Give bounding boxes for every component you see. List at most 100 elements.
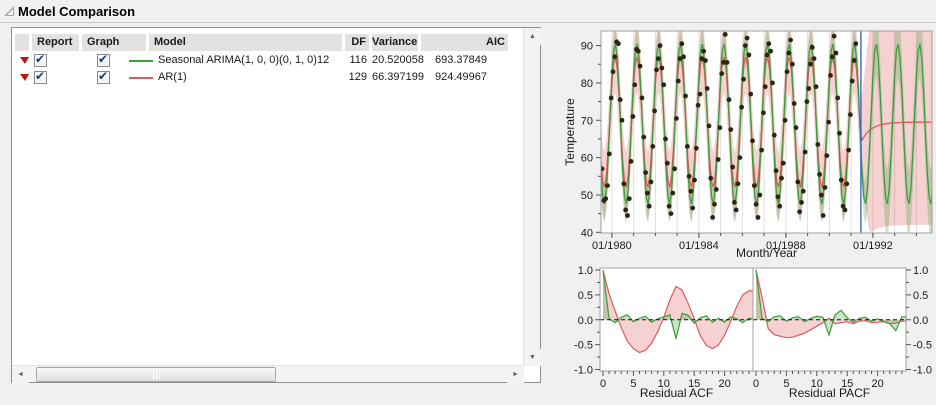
ts-observed-point xyxy=(737,155,743,161)
table-row[interactable]: ✔ ✔ AR(1) 129 66.397199 924.49967 xyxy=(12,69,512,86)
ts-observed-point xyxy=(748,91,754,97)
ts-observed-point xyxy=(654,67,659,73)
svg-text:Residual ACF: Residual ACF xyxy=(640,386,713,400)
ts-observed-point xyxy=(833,50,839,56)
report-checkbox[interactable]: ✔ xyxy=(34,69,47,84)
column-header-report[interactable]: Report xyxy=(32,34,79,51)
svg-text:0.5: 0.5 xyxy=(913,290,928,302)
report-checkbox[interactable]: ✔ xyxy=(34,52,47,67)
ts-observed-point xyxy=(697,91,703,97)
ts-observed-point xyxy=(793,125,799,131)
ts-observed-point xyxy=(713,187,719,192)
checkmark-icon: ✔ xyxy=(98,69,109,83)
ts-observed-point xyxy=(755,215,761,220)
ts-observed-point xyxy=(601,166,605,172)
ts-observed-point xyxy=(780,160,786,166)
ts-observed-point xyxy=(826,119,831,125)
ts-observed-point xyxy=(641,134,647,140)
ts-observed-point xyxy=(625,213,630,218)
ts-observed-point xyxy=(635,48,641,54)
column-header-df[interactable]: DF xyxy=(345,34,369,51)
svg-text:50: 50 xyxy=(581,190,593,202)
time-series-plot: 40506070809001/1980 01/1984 01/1988 01/1992… xyxy=(563,30,933,260)
outline-title-bar: Model Comparison xyxy=(0,0,936,23)
model-color-swatch xyxy=(129,77,153,79)
ts-observed-point xyxy=(630,114,636,119)
graph-checkbox[interactable]: ✔ xyxy=(97,52,110,67)
ts-observed-point xyxy=(663,136,668,142)
page-title: Model Comparison xyxy=(18,4,136,19)
ts-observed-point xyxy=(715,157,721,162)
red-triangle-menu-icon[interactable] xyxy=(20,74,29,81)
svg-text:1.0: 1.0 xyxy=(578,265,593,277)
ts-observed-point xyxy=(666,203,672,209)
disclosure-triangle-icon[interactable] xyxy=(4,6,14,16)
ts-observed-point xyxy=(668,211,674,217)
column-header-graph[interactable]: Graph xyxy=(82,34,146,51)
svg-text:01/1980: 01/1980 xyxy=(592,240,632,252)
ts-observed-point xyxy=(708,175,714,181)
ts-observed-point xyxy=(643,170,648,176)
model-comparison-table-panel: Report Graph Model DF Variance AIC ✔ ✔ S… xyxy=(11,27,541,383)
ts-observed-point xyxy=(741,76,746,82)
horizontal-scrollbar[interactable]: ◄ ► xyxy=(12,365,524,383)
df-cell: 116 xyxy=(349,54,367,66)
graph-checkbox[interactable]: ✔ xyxy=(97,69,110,84)
ts-observed-point xyxy=(686,173,692,179)
ts-observed-point xyxy=(831,33,837,39)
svg-text:20: 20 xyxy=(718,378,730,390)
scroll-down-button[interactable]: ▼ xyxy=(524,349,541,366)
svg-text:70: 70 xyxy=(581,115,593,127)
red-triangle-menu-icon[interactable] xyxy=(20,57,29,64)
df-cell: 129 xyxy=(348,71,367,83)
ts-observed-point xyxy=(670,190,676,196)
ts-observed-point xyxy=(759,147,764,153)
ts-observed-point xyxy=(844,181,850,187)
graphs-region: 40 50 60 70 80 90 01/1980 01/1984 01/1988 01/1992… xyxy=(560,24,936,405)
ts-observed-point xyxy=(750,138,755,144)
ts-observed-point xyxy=(811,56,817,61)
column-header-model[interactable]: Model xyxy=(149,34,342,51)
ts-observed-point xyxy=(802,149,808,155)
ts-observed-point xyxy=(645,190,650,196)
vertical-scrollbar[interactable]: ▲ ▼ xyxy=(523,28,541,366)
svg-text:Residual PACF: Residual PACF xyxy=(789,386,870,400)
ts-observed-point xyxy=(809,45,815,50)
ts-observed-point xyxy=(804,99,810,104)
svg-text:01/1992: 01/1992 xyxy=(853,240,893,252)
column-header-variance[interactable]: Variance xyxy=(372,34,418,51)
svg-text:-1.0: -1.0 xyxy=(913,365,932,377)
scroll-left-button[interactable]: ◄ xyxy=(12,366,29,383)
model-name-cell[interactable]: AR(1) xyxy=(158,69,187,86)
ts-observed-point xyxy=(851,58,857,63)
ts-observed-point xyxy=(726,97,732,103)
variance-cell: 20.520058 xyxy=(372,54,424,66)
column-header-aic[interactable]: AIC xyxy=(421,34,508,51)
ts-observed-point xyxy=(819,192,824,198)
aic-cell: 693.37849 xyxy=(435,54,487,66)
ts-observed-point xyxy=(626,196,632,202)
scroll-up-button[interactable]: ▲ xyxy=(524,28,541,45)
scroll-right-button[interactable]: ► xyxy=(507,366,524,383)
aic-cell: 924.49967 xyxy=(435,71,487,83)
ts-observed-point xyxy=(655,56,661,61)
ts-observed-point xyxy=(791,101,797,106)
ts-observed-point xyxy=(753,201,759,207)
svg-text:0.0: 0.0 xyxy=(913,315,928,327)
ts-observed-point xyxy=(777,203,783,209)
ts-observed-point xyxy=(766,41,772,47)
svg-text:60: 60 xyxy=(581,153,593,165)
ts-observed-point xyxy=(639,95,645,101)
ts-observed-point xyxy=(693,145,699,151)
ts-observed-point xyxy=(782,117,788,123)
header-spacer-cell xyxy=(15,34,29,51)
ts-observed-point xyxy=(790,61,795,67)
ts-observed-point xyxy=(679,41,685,47)
table-row[interactable]: ✔ ✔ Seasonal ARIMA(1, 0, 0)(0, 1, 0)12 1… xyxy=(12,52,512,69)
scrollbar-thumb[interactable] xyxy=(36,367,276,382)
model-name-cell[interactable]: Seasonal ARIMA(1, 0, 0)(0, 1, 0)12 xyxy=(158,52,329,69)
ts-observed-point xyxy=(675,78,681,84)
svg-text:80: 80 xyxy=(581,78,593,90)
scrollbar-grip-icon xyxy=(150,372,162,379)
residual-acf-plot: 0 5 10 15 201.00.50.0-0.5-1.0Residual ACF xyxy=(574,265,754,400)
